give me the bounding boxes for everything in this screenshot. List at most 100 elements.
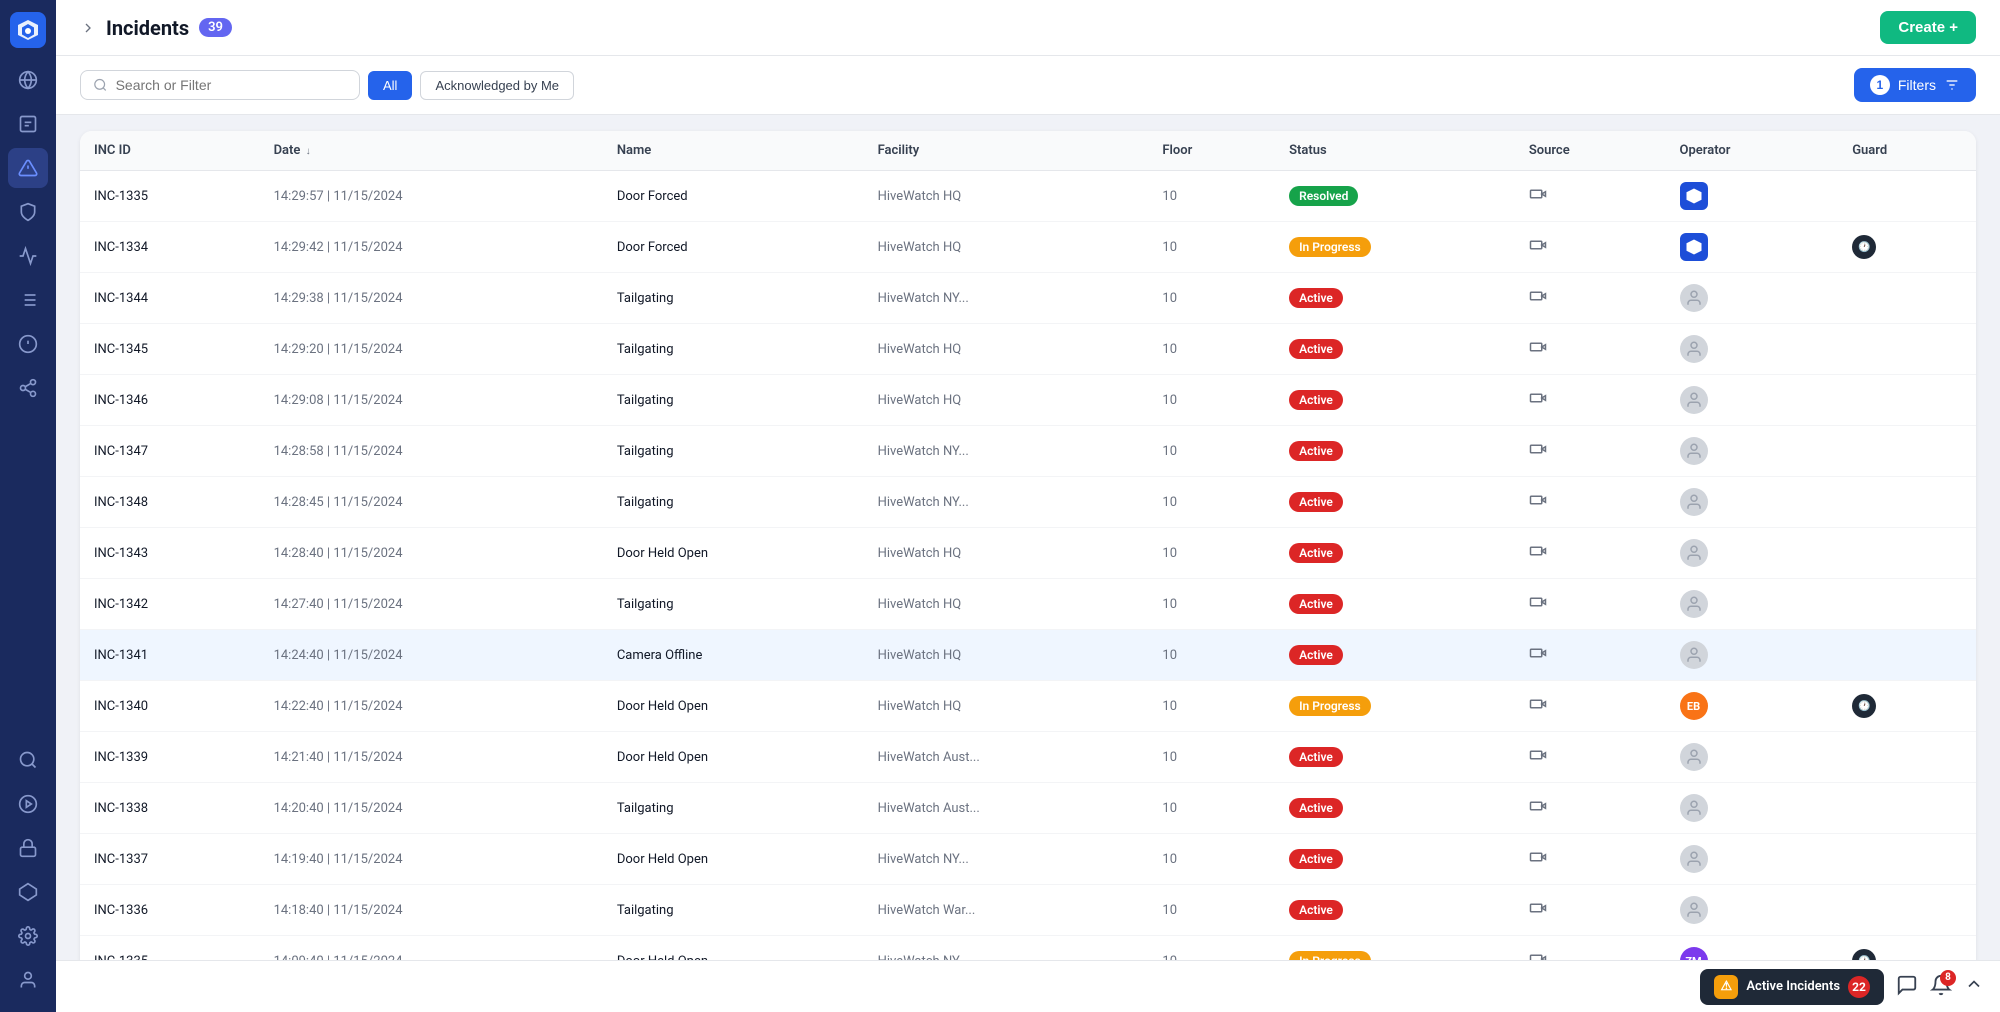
- tab-all[interactable]: All: [368, 71, 412, 100]
- cell-status: Active: [1275, 273, 1515, 324]
- filters-button[interactable]: 1 Filters: [1854, 68, 1976, 102]
- table-row[interactable]: INC-1334 14:29:42 | 11/15/2024 Door Forc…: [80, 222, 1976, 273]
- cell-status: Active: [1275, 783, 1515, 834]
- sidebar-item-user[interactable]: [8, 960, 48, 1000]
- table-row[interactable]: INC-1336 14:18:40 | 11/15/2024 Tailgatin…: [80, 885, 1976, 936]
- sidebar-item-search[interactable]: [8, 740, 48, 780]
- cell-date: 14:28:58 | 11/15/2024: [260, 426, 603, 477]
- cell-floor: 10: [1148, 528, 1275, 579]
- cell-guard: 🕐: [1838, 222, 1976, 273]
- sidebar-item-globe[interactable]: [8, 60, 48, 100]
- operator-avatar: [1680, 590, 1708, 618]
- sidebar-item-reports[interactable]: [8, 104, 48, 144]
- cell-date: 14:28:40 | 11/15/2024: [260, 528, 603, 579]
- operator-avatar: [1680, 335, 1708, 363]
- col-inc-id[interactable]: INC ID: [80, 131, 260, 171]
- cell-guard: [1838, 375, 1976, 426]
- col-name[interactable]: Name: [603, 131, 864, 171]
- table-row[interactable]: INC-1346 14:29:08 | 11/15/2024 Tailgatin…: [80, 375, 1976, 426]
- active-incidents-pill[interactable]: ⚠ Active Incidents 22: [1700, 969, 1884, 1005]
- sidebar-item-nodes[interactable]: [8, 368, 48, 408]
- cell-floor: 10: [1148, 783, 1275, 834]
- cell-floor: 10: [1148, 426, 1275, 477]
- main-content: Incidents 39 Create + All Acknowledged b…: [56, 0, 2000, 1012]
- table-wrapper: INC ID Date ↓ Name Facility Floor Status…: [80, 131, 1976, 960]
- col-date[interactable]: Date ↓: [260, 131, 603, 171]
- sidebar-item-monitoring[interactable]: [8, 784, 48, 824]
- sidebar-item-alerts[interactable]: [8, 148, 48, 188]
- operator-avatar: EB: [1680, 692, 1708, 720]
- cell-floor: 10: [1148, 222, 1275, 273]
- cell-inc-id: INC-1342: [80, 579, 260, 630]
- sidebar-item-list[interactable]: [8, 280, 48, 320]
- col-source[interactable]: Source: [1515, 131, 1666, 171]
- table-body: INC-1335 14:29:57 | 11/15/2024 Door Forc…: [80, 171, 1976, 961]
- cell-name: Door Held Open: [603, 528, 864, 579]
- collapse-button[interactable]: [1964, 974, 1984, 999]
- sidebar-item-settings[interactable]: [8, 916, 48, 956]
- sidebar-item-shield[interactable]: [8, 192, 48, 232]
- cell-inc-id: INC-1348: [80, 477, 260, 528]
- filterbar: All Acknowledged by Me 1 Filters: [56, 56, 2000, 115]
- table-row[interactable]: INC-1337 14:19:40 | 11/15/2024 Door Held…: [80, 834, 1976, 885]
- cell-date: 14:18:40 | 11/15/2024: [260, 885, 603, 936]
- tab-acknowledged[interactable]: Acknowledged by Me: [420, 71, 574, 100]
- table-row[interactable]: INC-1341 14:24:40 | 11/15/2024 Camera Of…: [80, 630, 1976, 681]
- cell-status: Active: [1275, 630, 1515, 681]
- table-row[interactable]: INC-1344 14:29:38 | 11/15/2024 Tailgatin…: [80, 273, 1976, 324]
- table-container[interactable]: INC ID Date ↓ Name Facility Floor Status…: [56, 115, 2000, 960]
- col-facility[interactable]: Facility: [864, 131, 1149, 171]
- col-floor[interactable]: Floor: [1148, 131, 1275, 171]
- table-row[interactable]: INC-1339 14:21:40 | 11/15/2024 Door Held…: [80, 732, 1976, 783]
- chevron-up-icon: [1964, 974, 1984, 994]
- cell-inc-id: INC-1335: [80, 936, 260, 961]
- cell-floor: 10: [1148, 885, 1275, 936]
- cell-date: 14:20:40 | 11/15/2024: [260, 783, 603, 834]
- table-row[interactable]: INC-1348 14:28:45 | 11/15/2024 Tailgatin…: [80, 477, 1976, 528]
- table-row[interactable]: INC-1335 14:09:40 | 11/15/2024 Door Held…: [80, 936, 1976, 961]
- sidebar-item-lock[interactable]: [8, 828, 48, 868]
- table-header: INC ID Date ↓ Name Facility Floor Status…: [80, 131, 1976, 171]
- col-operator[interactable]: Operator: [1666, 131, 1839, 171]
- cell-guard: [1838, 630, 1976, 681]
- sidebar-item-workflow[interactable]: [8, 236, 48, 276]
- cell-operator: [1666, 375, 1839, 426]
- cell-guard: [1838, 324, 1976, 375]
- col-guard[interactable]: Guard: [1838, 131, 1976, 171]
- col-status[interactable]: Status: [1275, 131, 1515, 171]
- cell-guard: [1838, 732, 1976, 783]
- sidebar-item-emergency[interactable]: [8, 324, 48, 364]
- cell-status: In Progress: [1275, 936, 1515, 961]
- cell-inc-id: INC-1339: [80, 732, 260, 783]
- table-row[interactable]: INC-1347 14:28:58 | 11/15/2024 Tailgatin…: [80, 426, 1976, 477]
- cell-guard: [1838, 477, 1976, 528]
- table-row[interactable]: INC-1335 14:29:57 | 11/15/2024 Door Forc…: [80, 171, 1976, 222]
- table-row[interactable]: INC-1343 14:28:40 | 11/15/2024 Door Held…: [80, 528, 1976, 579]
- filters-label: Filters: [1898, 77, 1936, 93]
- cell-date: 14:29:08 | 11/15/2024: [260, 375, 603, 426]
- notifications-button[interactable]: 8: [1930, 974, 1952, 1000]
- sidebar-item-hexagon[interactable]: [8, 872, 48, 912]
- cell-inc-id: INC-1334: [80, 222, 260, 273]
- cell-floor: 10: [1148, 375, 1275, 426]
- cell-operator: [1666, 171, 1839, 222]
- table-row[interactable]: INC-1340 14:22:40 | 11/15/2024 Door Held…: [80, 681, 1976, 732]
- cell-operator: [1666, 834, 1839, 885]
- cell-operator: [1666, 732, 1839, 783]
- cell-inc-id: INC-1344: [80, 273, 260, 324]
- search-input[interactable]: [116, 77, 347, 93]
- cell-floor: 10: [1148, 834, 1275, 885]
- cell-inc-id: INC-1338: [80, 783, 260, 834]
- table-row[interactable]: INC-1338 14:20:40 | 11/15/2024 Tailgatin…: [80, 783, 1976, 834]
- sidebar: [0, 0, 56, 1012]
- cell-status: Active: [1275, 426, 1515, 477]
- cell-status: Active: [1275, 885, 1515, 936]
- app-logo[interactable]: [10, 12, 46, 48]
- search-icon: [93, 77, 108, 93]
- chat-button[interactable]: [1896, 974, 1918, 1000]
- create-button[interactable]: Create +: [1880, 11, 1976, 44]
- table-row[interactable]: INC-1345 14:29:20 | 11/15/2024 Tailgatin…: [80, 324, 1976, 375]
- table-row[interactable]: INC-1342 14:27:40 | 11/15/2024 Tailgatin…: [80, 579, 1976, 630]
- cell-source: [1515, 222, 1666, 273]
- cell-status: Active: [1275, 477, 1515, 528]
